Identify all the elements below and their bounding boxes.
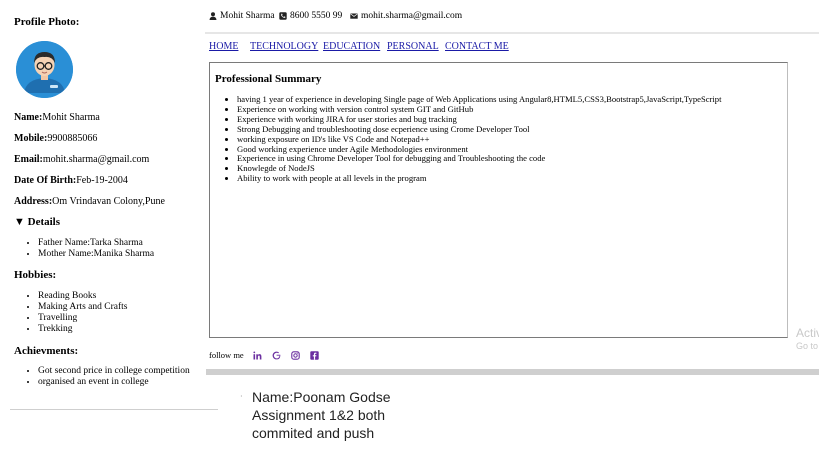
profile-photo-label: Profile Photo:: [14, 16, 80, 28]
achievements-title: Achievments:: [14, 345, 79, 357]
name-value: Mohit Sharma: [42, 112, 100, 123]
achievements-list: Got second price in college competition …: [14, 366, 190, 388]
envelope-icon: [350, 13, 358, 19]
dob-row: Date Of Birth:Feb-19-2004: [14, 175, 128, 186]
header-phone: 8600 5550 99: [279, 11, 342, 21]
note-marker: ·: [240, 392, 243, 401]
follow-label: follow me: [209, 350, 244, 360]
list-item: Got second price in college competition: [38, 366, 190, 377]
email-value: mohit.sharma@gmail.com: [42, 154, 150, 165]
list-item: Travelling: [38, 313, 127, 324]
footer-divider: [206, 369, 819, 375]
nav-link-home[interactable]: HOME: [209, 41, 238, 52]
dob-value: Feb-19-2004: [76, 175, 128, 186]
name-row: Name:Mohit Sharma: [14, 112, 100, 123]
header-divider: [205, 32, 819, 34]
note-line: Assignment 1&2 both: [252, 407, 386, 423]
note-line: commited and push: [252, 425, 375, 441]
list-item: Mother Name:Manika Sharma: [38, 249, 154, 260]
mobile-row: Mobile:9900885066: [14, 133, 97, 144]
note-line: Name:Poonam Godse: [252, 389, 391, 405]
hobbies-title: Hobbies:: [14, 269, 57, 281]
list-item: Making Arts and Crafts: [38, 302, 127, 313]
header-name-text: Mohit Sharma: [220, 11, 275, 21]
profile-avatar-icon: [16, 41, 73, 98]
nav-link-contact-me[interactable]: CONTACT ME: [445, 41, 509, 52]
linkedin-icon[interactable]: [253, 350, 263, 360]
avatar: [16, 41, 73, 98]
facebook-icon[interactable]: [310, 350, 320, 360]
summary-list: having 1 year of experience in developin…: [210, 94, 721, 184]
email-row: Email:mohit.sharma@gmail.com: [14, 154, 149, 165]
activation-watermark-line1: Activ: [796, 326, 819, 340]
mobile-label: Mobile:: [14, 133, 48, 144]
activation-watermark-line2: Go to: [796, 341, 819, 351]
address-label: Address:: [14, 196, 53, 207]
name-label: Name:: [14, 112, 43, 123]
list-item: Reading Books: [38, 291, 127, 302]
user-icon: [209, 12, 217, 20]
nav-link-technology[interactable]: TECHNOLOGY: [250, 41, 318, 52]
dob-label: Date Of Birth:: [14, 175, 77, 186]
header-name: Mohit Sharma: [209, 11, 275, 21]
list-item: Trekking: [38, 324, 127, 335]
mobile-value: 9900885066: [47, 133, 98, 144]
profile-sidebar: Profile Photo: Name:Mohit Sharma Mobile:…: [0, 0, 205, 412]
list-item: Father Name:Tarka Sharma: [38, 238, 154, 249]
list-item: Ability to work with people at all level…: [237, 173, 721, 184]
address-value: Om Vrindavan Colony,Pune: [52, 196, 165, 207]
list-item: organised an event in college: [38, 377, 190, 388]
summary-title: Professional Summary: [215, 73, 322, 85]
details-toggle[interactable]: ▼ Details: [14, 216, 60, 228]
address-row: Address:Om Vrindavan Colony,Pune: [14, 196, 165, 207]
header-email: mohit.sharma@gmail.com: [350, 11, 462, 21]
details-list: Father Name:Tarka Sharma Mother Name:Man…: [14, 238, 154, 260]
google-icon[interactable]: [272, 350, 282, 360]
header-email-text: mohit.sharma@gmail.com: [361, 11, 463, 21]
follow-bar: follow me: [209, 350, 320, 360]
header-phone-text: 8600 5550 99: [290, 11, 343, 21]
phone-icon: [279, 12, 287, 20]
professional-summary-panel: Professional Summary having 1 year of ex…: [209, 62, 788, 338]
nav-link-education[interactable]: EDUCATION: [323, 41, 380, 52]
nav-link-personal[interactable]: PERSONAL: [387, 41, 439, 52]
email-label: Email:: [14, 154, 43, 165]
hobbies-list: Reading Books Making Arts and Crafts Tra…: [14, 291, 127, 335]
instagram-icon[interactable]: [291, 350, 301, 360]
sidebar-divider: [10, 409, 218, 410]
assignment-note: Name:Poonam Godse Assignment 1&2 both co…: [252, 388, 391, 442]
